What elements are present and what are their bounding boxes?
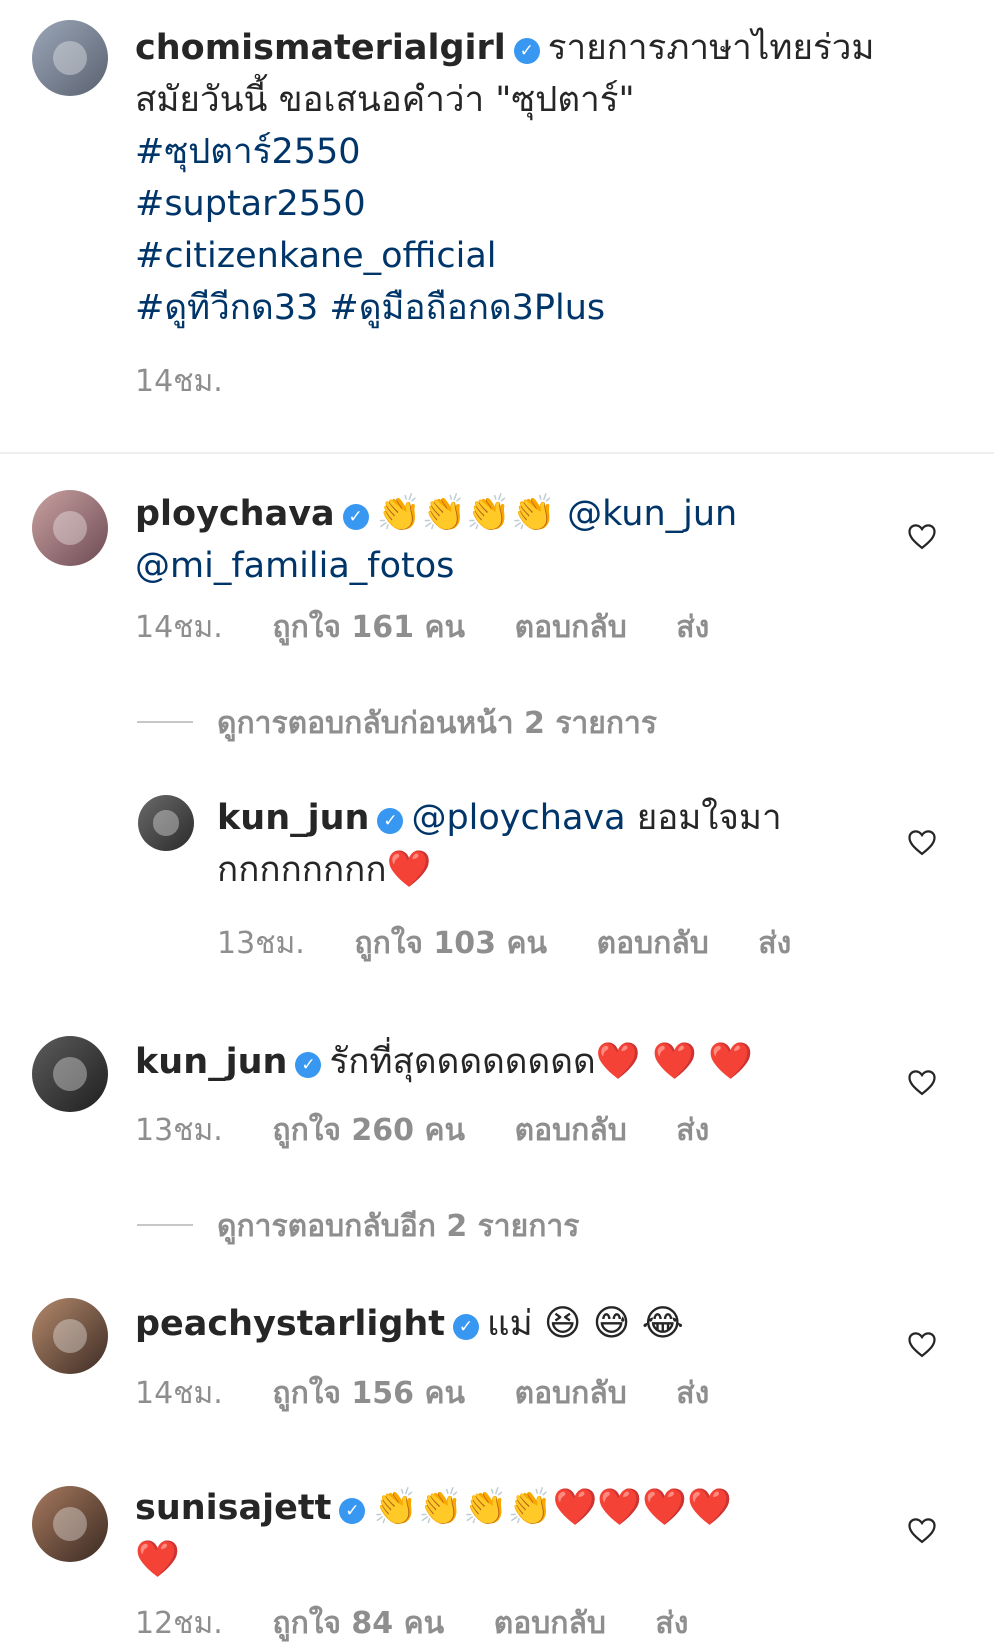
avatar[interactable] — [32, 1036, 108, 1112]
hashtag-link[interactable]: #ดูทีวีกด33 #ดูมือถือกด3Plus — [135, 288, 605, 328]
comment-text: กกกกกกกก — [217, 850, 387, 890]
hashtag-link[interactable]: #suptar2550 — [135, 184, 366, 224]
send-button[interactable]: ส่ง — [758, 926, 791, 961]
reply-button[interactable]: ตอบกลับ — [494, 1606, 606, 1641]
heart-outline-icon[interactable] — [907, 828, 937, 856]
comment-emojis: ❤️ — [386, 849, 432, 890]
comment-emojis: ❤️ ❤️ ❤️ — [595, 1041, 754, 1082]
reply-button[interactable]: ตอบกลับ — [515, 1376, 627, 1411]
likes-count[interactable]: ถูกใจ 84 คน — [272, 1606, 444, 1641]
likes-count[interactable]: ถูกใจ 103 คน — [354, 926, 547, 961]
verified-badge-icon: ✓ — [339, 1498, 366, 1524]
comment-username[interactable]: kun_jun — [135, 1042, 287, 1082]
comment-emojis: 😆 😅 😂 — [543, 1303, 684, 1344]
caption-username[interactable]: chomismaterialgirl — [135, 28, 506, 68]
hashtag-link[interactable]: #ซุปตาร์2550 — [135, 132, 361, 172]
comment-text: รักที่สุดดดดดดดด — [329, 1042, 596, 1082]
avatar[interactable] — [138, 795, 194, 851]
mention-link[interactable]: @mi_familia_fotos — [135, 546, 454, 586]
verified-badge-icon: ✓ — [377, 808, 404, 834]
caption-timestamp: 14ชม. — [135, 364, 223, 399]
comment-username[interactable]: peachystarlight — [135, 1304, 445, 1344]
mention-link[interactable]: @kun_jun — [567, 494, 737, 534]
reply-button[interactable]: ตอบกลับ — [515, 1113, 627, 1148]
comment-timestamp: 12ชม. — [135, 1606, 223, 1641]
verified-badge-icon: ✓ — [513, 38, 540, 64]
view-previous-replies-button[interactable]: ดูการตอบกลับก่อนหน้า 2 รายการ — [137, 700, 657, 747]
comment-timestamp: 13ชม. — [217, 926, 305, 961]
mention-link[interactable]: @ploychava — [411, 798, 625, 838]
comment-username[interactable]: ploychava — [135, 494, 335, 534]
comment-emojis: 👏👏👏👏 — [376, 493, 556, 534]
send-button[interactable]: ส่ง — [676, 1376, 709, 1411]
verified-badge-icon: ✓ — [453, 1314, 480, 1340]
comment-timestamp: 14ชม. — [135, 610, 223, 645]
avatar[interactable] — [32, 490, 108, 566]
heart-outline-icon[interactable] — [907, 1330, 937, 1358]
caption-text: รายการภาษาไทยร่วม — [547, 28, 875, 68]
avatar[interactable] — [32, 20, 108, 96]
heart-outline-icon[interactable] — [907, 1516, 937, 1544]
caption-text: สมัยวันนี้ ขอเสนอคำว่า "ซุปตาร์" — [135, 80, 635, 120]
send-button[interactable]: ส่ง — [676, 1113, 709, 1148]
comment-username[interactable]: sunisajett — [135, 1488, 331, 1528]
send-button[interactable]: ส่ง — [655, 1606, 688, 1641]
reply-button[interactable]: ตอบกลับ — [597, 926, 709, 961]
comment-timestamp: 14ชม. — [135, 1376, 223, 1411]
likes-count[interactable]: ถูกใจ 161 คน — [272, 610, 465, 645]
send-button[interactable]: ส่ง — [676, 610, 709, 645]
heart-outline-icon[interactable] — [907, 522, 937, 550]
comment-username[interactable]: kun_jun — [217, 798, 369, 838]
likes-count[interactable]: ถูกใจ 260 คน — [272, 1113, 465, 1148]
comment-text: แม่ — [487, 1304, 533, 1344]
view-more-replies-button[interactable]: ดูการตอบกลับอีก 2 รายการ — [137, 1203, 579, 1250]
post-caption: chomismaterialgirl ✓ รายการภาษาไทยร่วม สมั… — [0, 0, 994, 450]
view-previous-replies-label: ดูการตอบกลับก่อนหน้า 2 รายการ — [217, 706, 657, 741]
verified-badge-icon: ✓ — [342, 504, 369, 530]
avatar[interactable] — [32, 1298, 108, 1374]
comment-timestamp: 13ชม. — [135, 1113, 223, 1148]
comment-emojis: 👏👏👏👏❤️❤️❤️❤️ — [373, 1487, 732, 1528]
reply-button[interactable]: ตอบกลับ — [515, 610, 627, 645]
verified-badge-icon: ✓ — [295, 1052, 322, 1078]
comment-text: ยอมใจมา — [636, 798, 782, 838]
divider — [0, 452, 994, 454]
heart-outline-icon[interactable] — [907, 1068, 937, 1096]
likes-count[interactable]: ถูกใจ 156 คน — [272, 1376, 465, 1411]
view-more-replies-label: ดูการตอบกลับอีก 2 รายการ — [217, 1209, 580, 1244]
avatar[interactable] — [32, 1486, 108, 1562]
comment-emojis: ❤️ — [135, 1539, 180, 1580]
hashtag-link[interactable]: #citizenkane_official — [135, 236, 497, 276]
